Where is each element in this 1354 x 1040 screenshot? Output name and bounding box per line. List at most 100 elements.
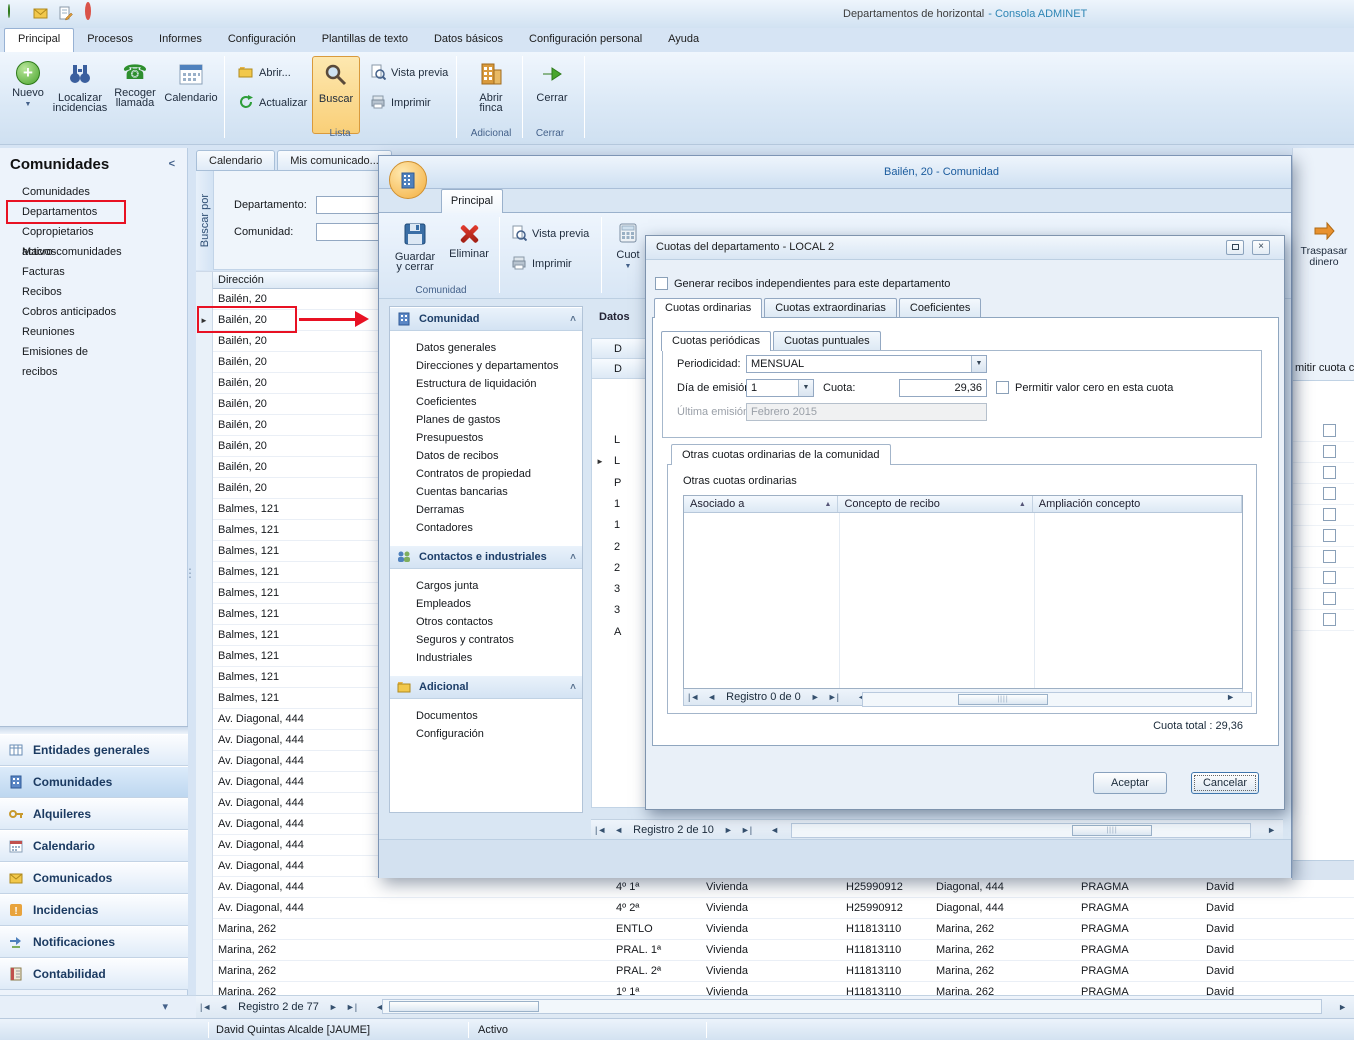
nav-link-cargos-junta[interactable]: Cargos junta (390, 577, 582, 595)
nav-link-contratos-de-propiedad[interactable]: Contratos de propiedad (390, 465, 582, 483)
menu-tab-informes[interactable]: Informes (146, 28, 215, 52)
last-record-button[interactable]: ►| (824, 692, 843, 702)
sidebar-nav-notificaciones[interactable]: Notificaciones (0, 926, 188, 958)
sidebar-nav-calendario[interactable]: Calendario (0, 830, 188, 862)
view-tab-calendario[interactable]: Calendario (196, 150, 275, 170)
pickup-call-button[interactable]: ☎ Recoger llamada (110, 56, 160, 134)
sidebar-item-emisiones-de-recibos[interactable]: Emisiones de recibos (8, 342, 124, 362)
sidebar-nav-alquileres[interactable]: Alquileres (0, 798, 188, 830)
nav-section-contactos-e-industriales[interactable]: Contactos e industriales˄ (390, 545, 582, 569)
nav-link-estructura-de-liquidacion[interactable]: Estructura de liquidación (390, 375, 582, 393)
next-record-button[interactable]: ► (807, 692, 824, 702)
tab-coeficientes[interactable]: Coeficientes (899, 298, 982, 317)
search-button[interactable]: Buscar (312, 56, 360, 134)
nav-section-adicional[interactable]: Adicional˄ (390, 675, 582, 699)
nav-section-comunidad[interactable]: Comunidad˄ (390, 307, 582, 331)
nav-link-industriales[interactable]: Industriales (390, 649, 582, 667)
row-checkbox[interactable] (1323, 487, 1336, 500)
row-checkbox[interactable] (1323, 466, 1336, 479)
scroll-left-button[interactable]: ◄ (766, 825, 783, 835)
next-record-button[interactable]: ► (325, 1002, 342, 1012)
save-and-close-button[interactable]: Guardar y cerrar (391, 217, 439, 295)
cancel-button[interactable]: Cancelar (1191, 772, 1259, 794)
tab-principal[interactable]: Principal (441, 189, 503, 213)
sidebar-nav-entidades-generales[interactable]: Entidades generales (0, 734, 188, 766)
next-record-button[interactable]: ► (720, 825, 737, 835)
menu-tab-configuracion[interactable]: Configuración (215, 28, 309, 52)
tab-cuotas-ordinarias[interactable]: Cuotas ordinarias (654, 298, 762, 318)
table-row[interactable]: Marina, 262PRAL. 1ªViviendaH11813110Mari… (196, 940, 1354, 961)
cuota-input[interactable]: 29,36 (899, 379, 987, 397)
notes-icon[interactable] (57, 5, 75, 23)
cuotas-button[interactable]: Cuot ▼ (607, 217, 649, 295)
row-checkbox[interactable] (1323, 424, 1336, 437)
first-record-button[interactable]: |◄ (196, 1002, 215, 1012)
horizontal-scrollbar[interactable]: |||| (791, 823, 1251, 838)
scrollbar-thumb[interactable]: |||| (1072, 825, 1152, 836)
open-estate-button[interactable]: Abrir finca (464, 56, 518, 134)
nav-link-planes-de-gastos[interactable]: Planes de gastos (390, 411, 582, 429)
prev-record-button[interactable]: ◄ (610, 825, 627, 835)
delete-button[interactable]: Eliminar (445, 217, 493, 295)
sidebar-nav-comunicados[interactable]: Comunicados (0, 862, 188, 894)
nav-link-datos-generales[interactable]: Datos generales (390, 339, 582, 357)
table-row[interactable]: Av. Diagonal, 4444º 1ªViviendaH25990912D… (196, 877, 1354, 898)
locate-incidents-button[interactable]: Localizar incidencias (54, 56, 106, 134)
column-header-ampliacion-concepto[interactable]: Ampliación concepto (1033, 496, 1242, 512)
cuotas-dialog-titlebar[interactable]: Cuotas del departamento - LOCAL 2 × (646, 236, 1284, 260)
horizontal-scrollbar[interactable]: |||| (862, 692, 1252, 707)
row-checkbox[interactable] (1323, 508, 1336, 521)
sidebar-nav-comunidades[interactable]: Comunidades (0, 766, 188, 798)
nav-link-cuentas-bancarias[interactable]: Cuentas bancarias (390, 483, 582, 501)
sidebar-item-facturas[interactable]: Facturas (8, 262, 124, 282)
close-button[interactable]: Cerrar (528, 56, 576, 134)
row-checkbox[interactable] (1323, 613, 1336, 626)
zero-value-checkbox[interactable] (996, 381, 1009, 394)
calendar-button[interactable]: Calendario (164, 56, 218, 134)
last-record-button[interactable]: ►| (737, 825, 756, 835)
sidebar-item-recibos[interactable]: Recibos (8, 282, 124, 302)
nav-link-derramas[interactable]: Derramas (390, 501, 582, 519)
row-checkbox[interactable] (1323, 571, 1336, 584)
column-header-direccion[interactable]: Dirección (218, 274, 264, 286)
print-button[interactable]: Imprimir (366, 92, 435, 114)
table-row[interactable]: Marina, 262PRAL. 2ªViviendaH11813110Mari… (196, 961, 1354, 982)
chevron-up-icon[interactable]: ˄ (570, 552, 576, 563)
chevron-up-icon[interactable]: ˄ (570, 682, 576, 693)
chevron-up-icon[interactable]: ˄ (570, 314, 576, 325)
table-row[interactable]: Marina, 2621º 1ªViviendaH11813110Marina,… (196, 982, 1354, 995)
app-logo-icon[interactable] (8, 5, 26, 23)
scrollbar-thumb[interactable] (389, 1001, 539, 1012)
sidebar-item-copropietarios-activos[interactable]: Copropietarios activos (8, 222, 124, 242)
refresh-button[interactable]: Actualizar (234, 92, 311, 114)
menu-tab-configuracion-personal[interactable]: Configuración personal (516, 28, 655, 52)
sidebar-item-comunidades[interactable]: Comunidades (8, 182, 124, 202)
nav-link-contadores[interactable]: Contadores (390, 519, 582, 537)
row-checkbox[interactable] (1323, 592, 1336, 605)
periodicidad-select[interactable]: MENSUAL ▼ (746, 355, 987, 373)
mail-icon[interactable] (32, 5, 50, 23)
otras-cuotas-group-tab[interactable]: Otras cuotas ordinarias de la comunidad (671, 444, 891, 465)
sidebar-nav-incidencias[interactable]: !Incidencias (0, 894, 188, 926)
menu-tab-datos-basicos[interactable]: Datos básicos (421, 28, 516, 52)
splitter-grip[interactable]: ⋮ (184, 566, 196, 580)
prev-record-button[interactable]: ◄ (215, 1002, 232, 1012)
close-icon[interactable]: × (1252, 240, 1270, 255)
nav-link-documentos[interactable]: Documentos (390, 707, 582, 725)
transfer-money-button[interactable]: Traspasar dinero (1295, 216, 1353, 274)
independent-receipts-checkbox[interactable] (655, 277, 668, 290)
prev-record-button[interactable]: ◄ (703, 692, 720, 702)
preview-button[interactable]: Vista previa (366, 62, 452, 84)
table-row[interactable]: Av. Diagonal, 4444º 2ªViviendaH25990912D… (196, 898, 1354, 919)
row-checkbox[interactable] (1323, 529, 1336, 542)
nav-link-direcciones-y-departamentos[interactable]: Direcciones y departamentos (390, 357, 582, 375)
open-button[interactable]: Abrir... (234, 62, 295, 84)
record-icon[interactable] (85, 5, 103, 23)
horizontal-scrollbar[interactable] (382, 999, 1322, 1014)
tab-cuotas-extraordinarias[interactable]: Cuotas extraordinarias (764, 298, 897, 317)
table-row[interactable]: Marina, 262ENTLOViviendaH11813110Marina,… (196, 919, 1354, 940)
nav-link-presupuestos[interactable]: Presupuestos (390, 429, 582, 447)
last-record-button[interactable]: ►| (342, 1002, 361, 1012)
first-record-button[interactable]: |◄ (591, 825, 610, 835)
scroll-right-button[interactable]: ► (1334, 1002, 1351, 1012)
